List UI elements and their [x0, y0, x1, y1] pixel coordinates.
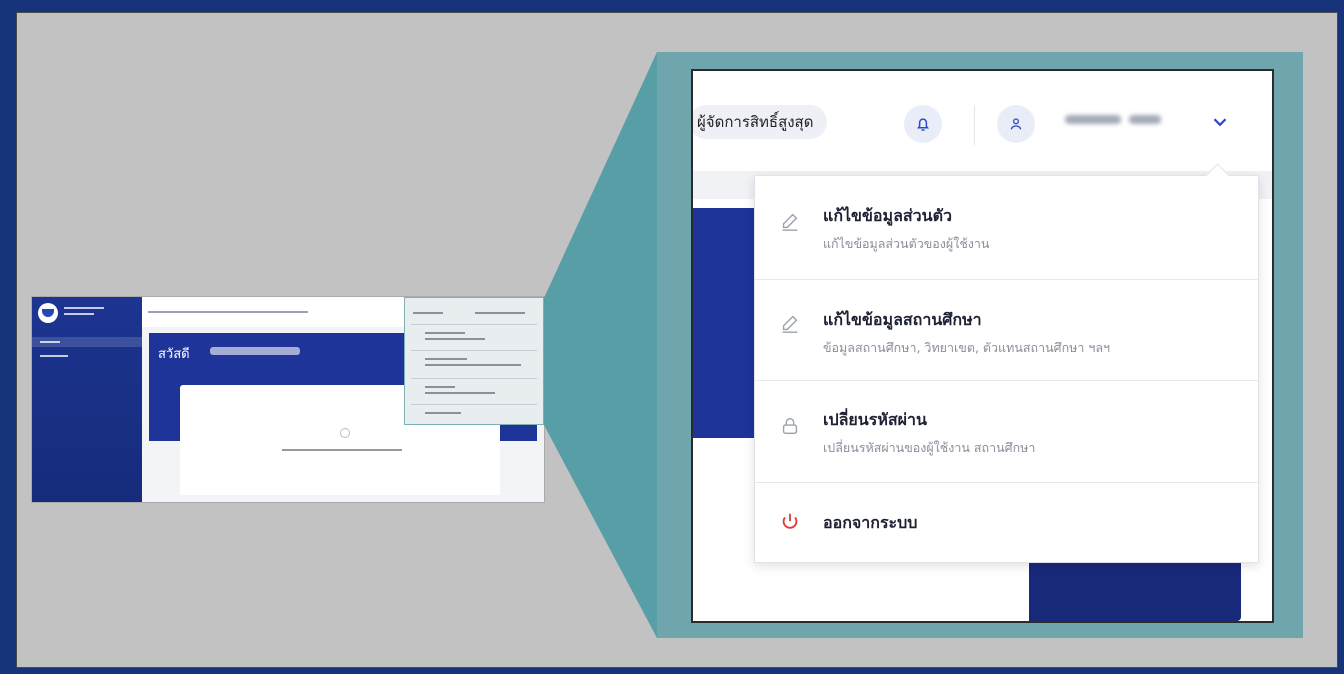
lock-icon — [779, 415, 801, 437]
mini-logo — [38, 303, 58, 323]
mini-sidebar-item — [40, 341, 60, 343]
mini-empty-message — [282, 449, 402, 451]
mini-dropdown-highlight — [404, 297, 544, 425]
menu-item-subtitle: ข้อมูลสถานศึกษา, วิทยาเขต, ตัวแทนสถานศึก… — [823, 340, 1111, 355]
menu-item-edit-school[interactable]: แก้ไขข้อมูลสถานศึกษา ข้อมูลสถานศึกษา, วิ… — [755, 280, 1258, 381]
power-icon — [779, 511, 801, 537]
username-blurred — [1061, 113, 1163, 127]
mini-screenshot: สวัสดี — [32, 297, 544, 502]
user-dropdown-menu: แก้ไขข้อมูลส่วนตัว แก้ไขข้อมูลส่วนตัวของ… — [754, 163, 1259, 563]
menu-item-change-password[interactable]: เปลี่ยนรหัสผ่าน เปลี่ยนรหัสผ่านของผู้ใช้… — [755, 381, 1258, 483]
mini-sidebar-text — [64, 307, 104, 309]
menu-item-subtitle: แก้ไขข้อมูลส่วนตัวของผู้ใช้งาน — [823, 236, 990, 251]
menu-item-title: แก้ไขข้อมูลสถานศึกษา — [823, 310, 982, 329]
menu-item-edit-profile[interactable]: แก้ไขข้อมูลส่วนตัว แก้ไขข้อมูลส่วนตัวของ… — [755, 176, 1258, 280]
mini-breadcrumb — [148, 311, 308, 313]
zoom-panel: ผู้จัดการสิทธิ์สูงสุด แก้ไขข้อมูลส่วนตัว… — [691, 69, 1274, 623]
role-label: ผู้จัดการสิทธิ์สูงสุด — [693, 105, 828, 139]
logout-label: ออกจากระบบ — [823, 513, 918, 532]
mini-sidebar-text — [64, 313, 94, 315]
menu-item-logout[interactable]: ออกจากระบบ — [755, 483, 1258, 563]
header-divider — [974, 105, 975, 145]
mini-greeting: สวัสดี — [158, 347, 190, 362]
bell-icon[interactable] — [904, 105, 942, 143]
mini-username — [210, 347, 300, 355]
header-bar: ผู้จัดการสิทธิ์สูงสุด — [693, 71, 1272, 171]
mini-sidebar-item — [40, 355, 68, 357]
menu-item-title: เปลี่ยนรหัสผ่าน — [823, 410, 927, 429]
menu-item-title: แก้ไขข้อมูลส่วนตัว — [823, 206, 952, 225]
user-icon[interactable] — [997, 105, 1035, 143]
mini-sidebar — [32, 297, 142, 502]
pencil-icon — [779, 210, 801, 232]
chevron-down-icon[interactable] — [1209, 111, 1231, 137]
pencil-icon — [779, 312, 801, 334]
page-banner-left — [693, 208, 755, 438]
mini-loading-icon — [340, 428, 350, 438]
menu-item-subtitle: เปลี่ยนรหัสผ่านของผู้ใช้งาน สถานศึกษา — [823, 440, 1036, 455]
